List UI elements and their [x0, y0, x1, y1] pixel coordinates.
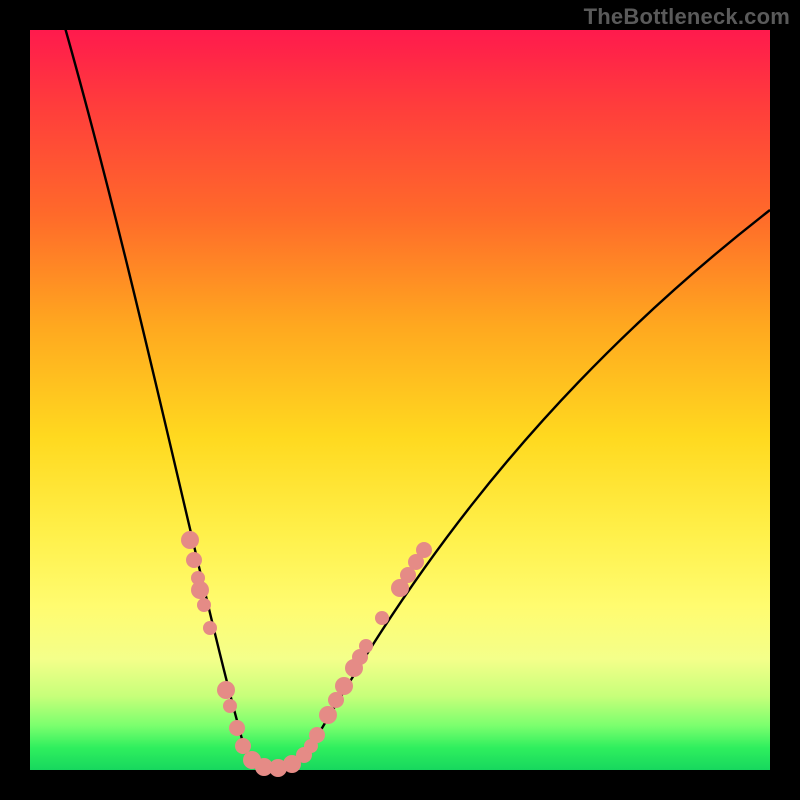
marker-left	[186, 552, 202, 568]
chart-frame: TheBottleneck.com	[0, 0, 800, 800]
marker-left	[223, 699, 237, 713]
bottleneck-curve	[30, 30, 770, 770]
plot-area	[30, 30, 770, 770]
marker-right	[309, 727, 325, 743]
marker-right	[319, 706, 337, 724]
marker-left	[203, 621, 217, 635]
marker-left	[181, 531, 199, 549]
marker-left	[197, 598, 211, 612]
marker-right	[359, 639, 373, 653]
marker-left	[191, 581, 209, 599]
watermark-text: TheBottleneck.com	[584, 4, 790, 30]
marker-right	[416, 542, 432, 558]
marker-right	[375, 611, 389, 625]
marker-right	[335, 677, 353, 695]
marker-left	[229, 720, 245, 736]
marker-left	[217, 681, 235, 699]
